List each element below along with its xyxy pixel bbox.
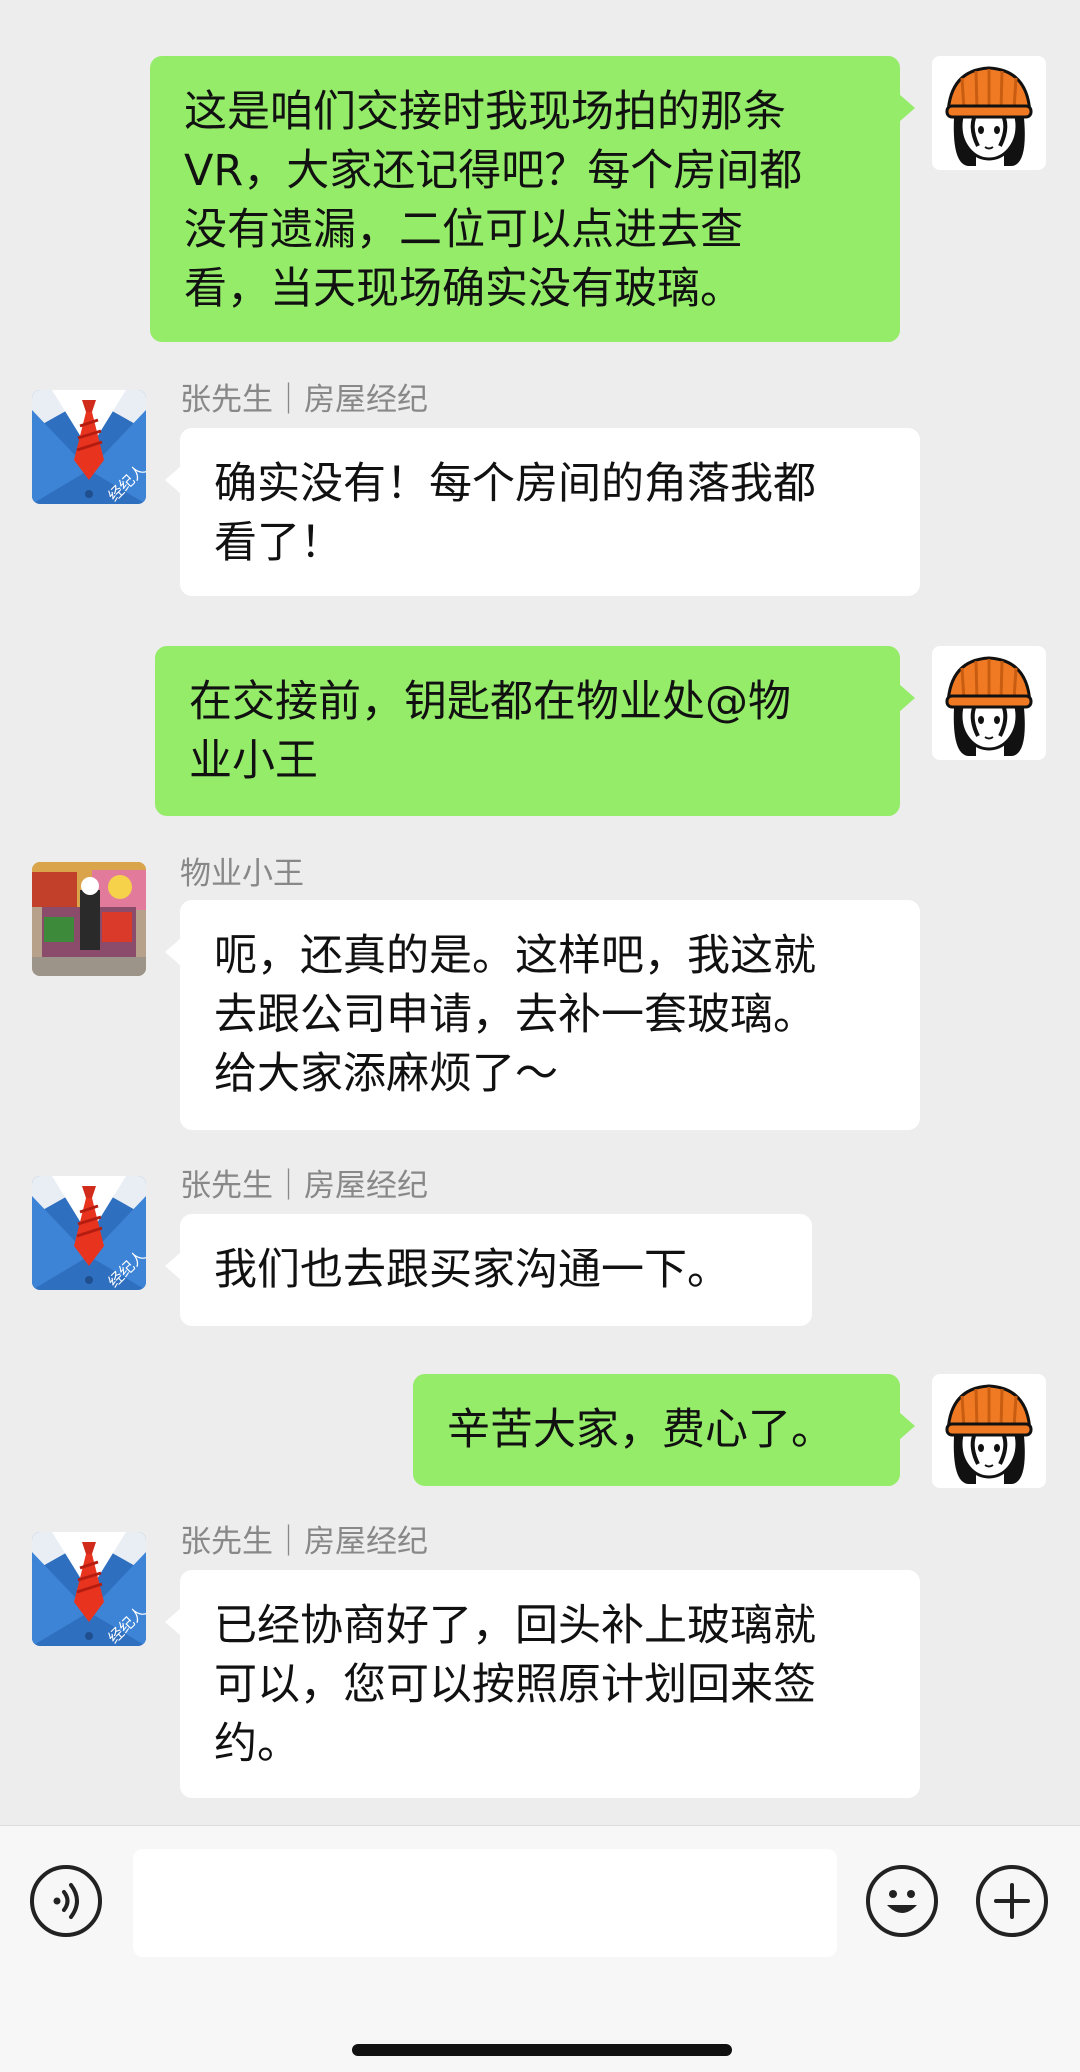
sender-name: 张先生｜房屋经纪 — [180, 1524, 428, 1560]
message-line: VR，大家还记得吧？每个房间都 — [184, 146, 803, 196]
agent-avatar[interactable]: 经纪人 — [32, 1532, 146, 1646]
message-line: 确实没有！每个房间的角落我都 — [214, 459, 816, 509]
message-text-input[interactable] — [133, 1849, 837, 1957]
sender-name: 物业小王 — [180, 856, 304, 892]
my-avatar[interactable] — [932, 1374, 1046, 1488]
message-line: 辛苦大家，费心了。 — [447, 1405, 834, 1455]
agent-avatar[interactable]: 经纪人 — [32, 1176, 146, 1290]
message-input-bar — [0, 1825, 1080, 2072]
message-line: 可以，您可以按照原计划回来签 — [214, 1660, 816, 1710]
message-line: 在交接前，钥匙都在物业处@物 — [189, 677, 791, 727]
more-options-button[interactable] — [976, 1865, 1048, 1937]
sender-name: 张先生｜房屋经纪 — [180, 1168, 428, 1204]
message-line: 去跟公司申请，去补一套玻璃。 — [214, 990, 816, 1040]
home-indicator[interactable] — [352, 2044, 732, 2056]
agent-avatar[interactable]: 经纪人 — [32, 390, 146, 504]
message-line: 看，当天现场确实没有玻璃。 — [184, 264, 743, 314]
message-line: 这是咱们交接时我现场拍的那条 — [184, 87, 786, 137]
emoji-icon — [887, 1890, 917, 1913]
voice-icon — [53, 1883, 79, 1919]
message-line: 给大家添麻烦了～ — [214, 1049, 558, 1099]
message-line: 约。 — [214, 1719, 300, 1769]
property-manager-avatar[interactable] — [32, 862, 146, 976]
incoming-message-bubble[interactable]: 呃，还真的是。这样吧，我这就 去跟公司申请，去补一套玻璃。 给大家添麻烦了～ — [165, 900, 920, 1130]
orange-hat-girl-avatar-image — [932, 1374, 1046, 1488]
plus-icon — [994, 1883, 1030, 1919]
message-line: 已经协商好了，回头补上玻璃就 — [214, 1601, 816, 1651]
incoming-message-bubble[interactable]: 我们也去跟买家沟通一下。 — [165, 1214, 812, 1326]
outgoing-message-bubble[interactable]: 辛苦大家，费心了。 — [413, 1374, 915, 1486]
message-line: 业小王 — [189, 736, 318, 786]
sender-name: 张先生｜房屋经纪 — [180, 382, 428, 418]
incoming-message-bubble[interactable]: 已经协商好了，回头补上玻璃就 可以，您可以按照原计划回来签 约。 — [165, 1570, 920, 1798]
orange-hat-girl-avatar-image — [932, 56, 1046, 170]
emoji-button[interactable] — [866, 1865, 938, 1937]
chat-history[interactable]: 这是咱们交接时我现场拍的那条 VR，大家还记得吧？每个房间都 没有遗漏，二位可以… — [0, 0, 1080, 1825]
orange-hat-girl-avatar-image — [932, 646, 1046, 760]
outgoing-message-bubble[interactable]: 这是咱们交接时我现场拍的那条 VR，大家还记得吧？每个房间都 没有遗漏，二位可以… — [150, 56, 915, 342]
outgoing-message-bubble[interactable]: 在交接前，钥匙都在物业处@物 业小王 — [155, 646, 915, 816]
message-line: 呃，还真的是。这样吧，我这就 — [214, 931, 816, 981]
message-line: 看了！ — [214, 518, 343, 568]
incoming-message-bubble[interactable]: 确实没有！每个房间的角落我都 看了！ — [165, 428, 920, 596]
my-avatar[interactable] — [932, 56, 1046, 170]
message-line: 没有遗漏，二位可以点进去查 — [184, 205, 743, 255]
message-line: 我们也去跟买家沟通一下。 — [214, 1245, 730, 1295]
voice-button[interactable] — [30, 1865, 102, 1937]
photo-avatar-image — [32, 862, 146, 976]
my-avatar[interactable] — [932, 646, 1046, 760]
